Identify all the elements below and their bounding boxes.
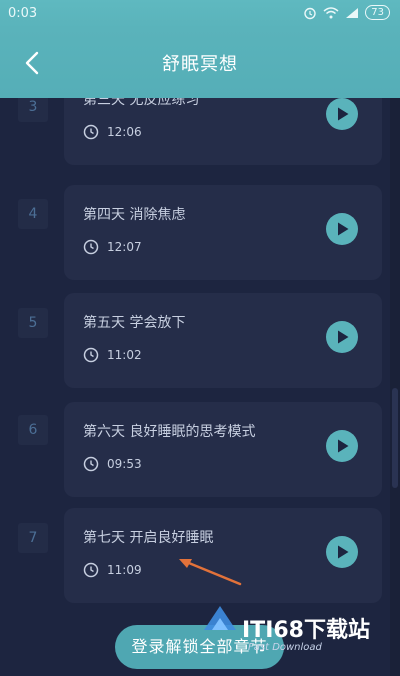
status-icons: 73 (303, 5, 390, 20)
play-icon[interactable] (326, 321, 358, 353)
play-icon[interactable] (326, 213, 358, 245)
lesson-title: 第六天 良好睡眠的思考模式 (83, 424, 256, 440)
duration-text: 11:09 (107, 563, 142, 577)
lesson-index: 7 (18, 523, 48, 553)
annotation-arrow-icon (179, 559, 242, 586)
clock-icon (83, 347, 99, 363)
duration-text: 12:07 (107, 240, 142, 254)
list-item[interactable]: 5 第五天 学会放下 11:02 (0, 293, 400, 388)
lesson-card[interactable]: 第三天 无反应练习 12:06 (64, 98, 382, 165)
clock-icon (83, 124, 99, 140)
duration-text: 12:06 (107, 125, 142, 139)
watermark: ITI68下载站 Fast Download (200, 592, 395, 664)
lesson-duration: 11:09 (83, 562, 142, 578)
battery-indicator: 73 (365, 5, 390, 20)
nav-bar: 舒眠冥想 (0, 28, 400, 98)
lesson-index: 3 (18, 98, 48, 122)
wifi-icon (323, 6, 339, 18)
lesson-card[interactable]: 第五天 学会放下 11:02 (64, 293, 382, 388)
lesson-index: 4 (18, 199, 48, 229)
lesson-index: 6 (18, 415, 48, 445)
clock-icon (83, 456, 99, 472)
lesson-title: 第三天 无反应练习 (83, 98, 200, 108)
watermark-brand: ITI68下载站 (242, 618, 370, 643)
lesson-title: 第五天 学会放下 (83, 315, 186, 331)
clock-icon (83, 239, 99, 255)
list-item[interactable]: 4 第四天 消除焦虑 12:07 (0, 185, 400, 280)
status-bar: 0:03 73 (0, 0, 400, 28)
lesson-card[interactable]: 第六天 良好睡眠的思考模式 09:53 (64, 402, 382, 497)
duration-text: 11:02 (107, 348, 142, 362)
lesson-duration: 12:07 (83, 239, 142, 255)
lesson-duration: 12:06 (83, 124, 142, 140)
status-time: 0:03 (8, 6, 38, 21)
lesson-title: 第四天 消除焦虑 (83, 207, 186, 223)
play-icon[interactable] (326, 98, 358, 130)
list-item[interactable]: 6 第六天 良好睡眠的思考模式 09:53 (0, 402, 400, 497)
play-icon[interactable] (326, 536, 358, 568)
lesson-duration: 09:53 (83, 456, 142, 472)
alarm-icon (304, 7, 316, 19)
lesson-index: 5 (18, 308, 48, 338)
watermark-sub: Fast Download (248, 642, 322, 653)
duration-text: 09:53 (107, 457, 142, 471)
clock-icon (83, 562, 99, 578)
list-item[interactable]: 3 第三天 无反应练习 12:06 (0, 98, 400, 165)
signal-icon (346, 7, 359, 18)
page-title: 舒眠冥想 (162, 54, 238, 75)
lesson-card[interactable]: 第四天 消除焦虑 12:07 (64, 185, 382, 280)
play-icon[interactable] (326, 430, 358, 462)
lesson-duration: 11:02 (83, 347, 142, 363)
lesson-title: 第七天 开启良好睡眠 (83, 530, 214, 546)
site-logo-icon (204, 606, 236, 630)
